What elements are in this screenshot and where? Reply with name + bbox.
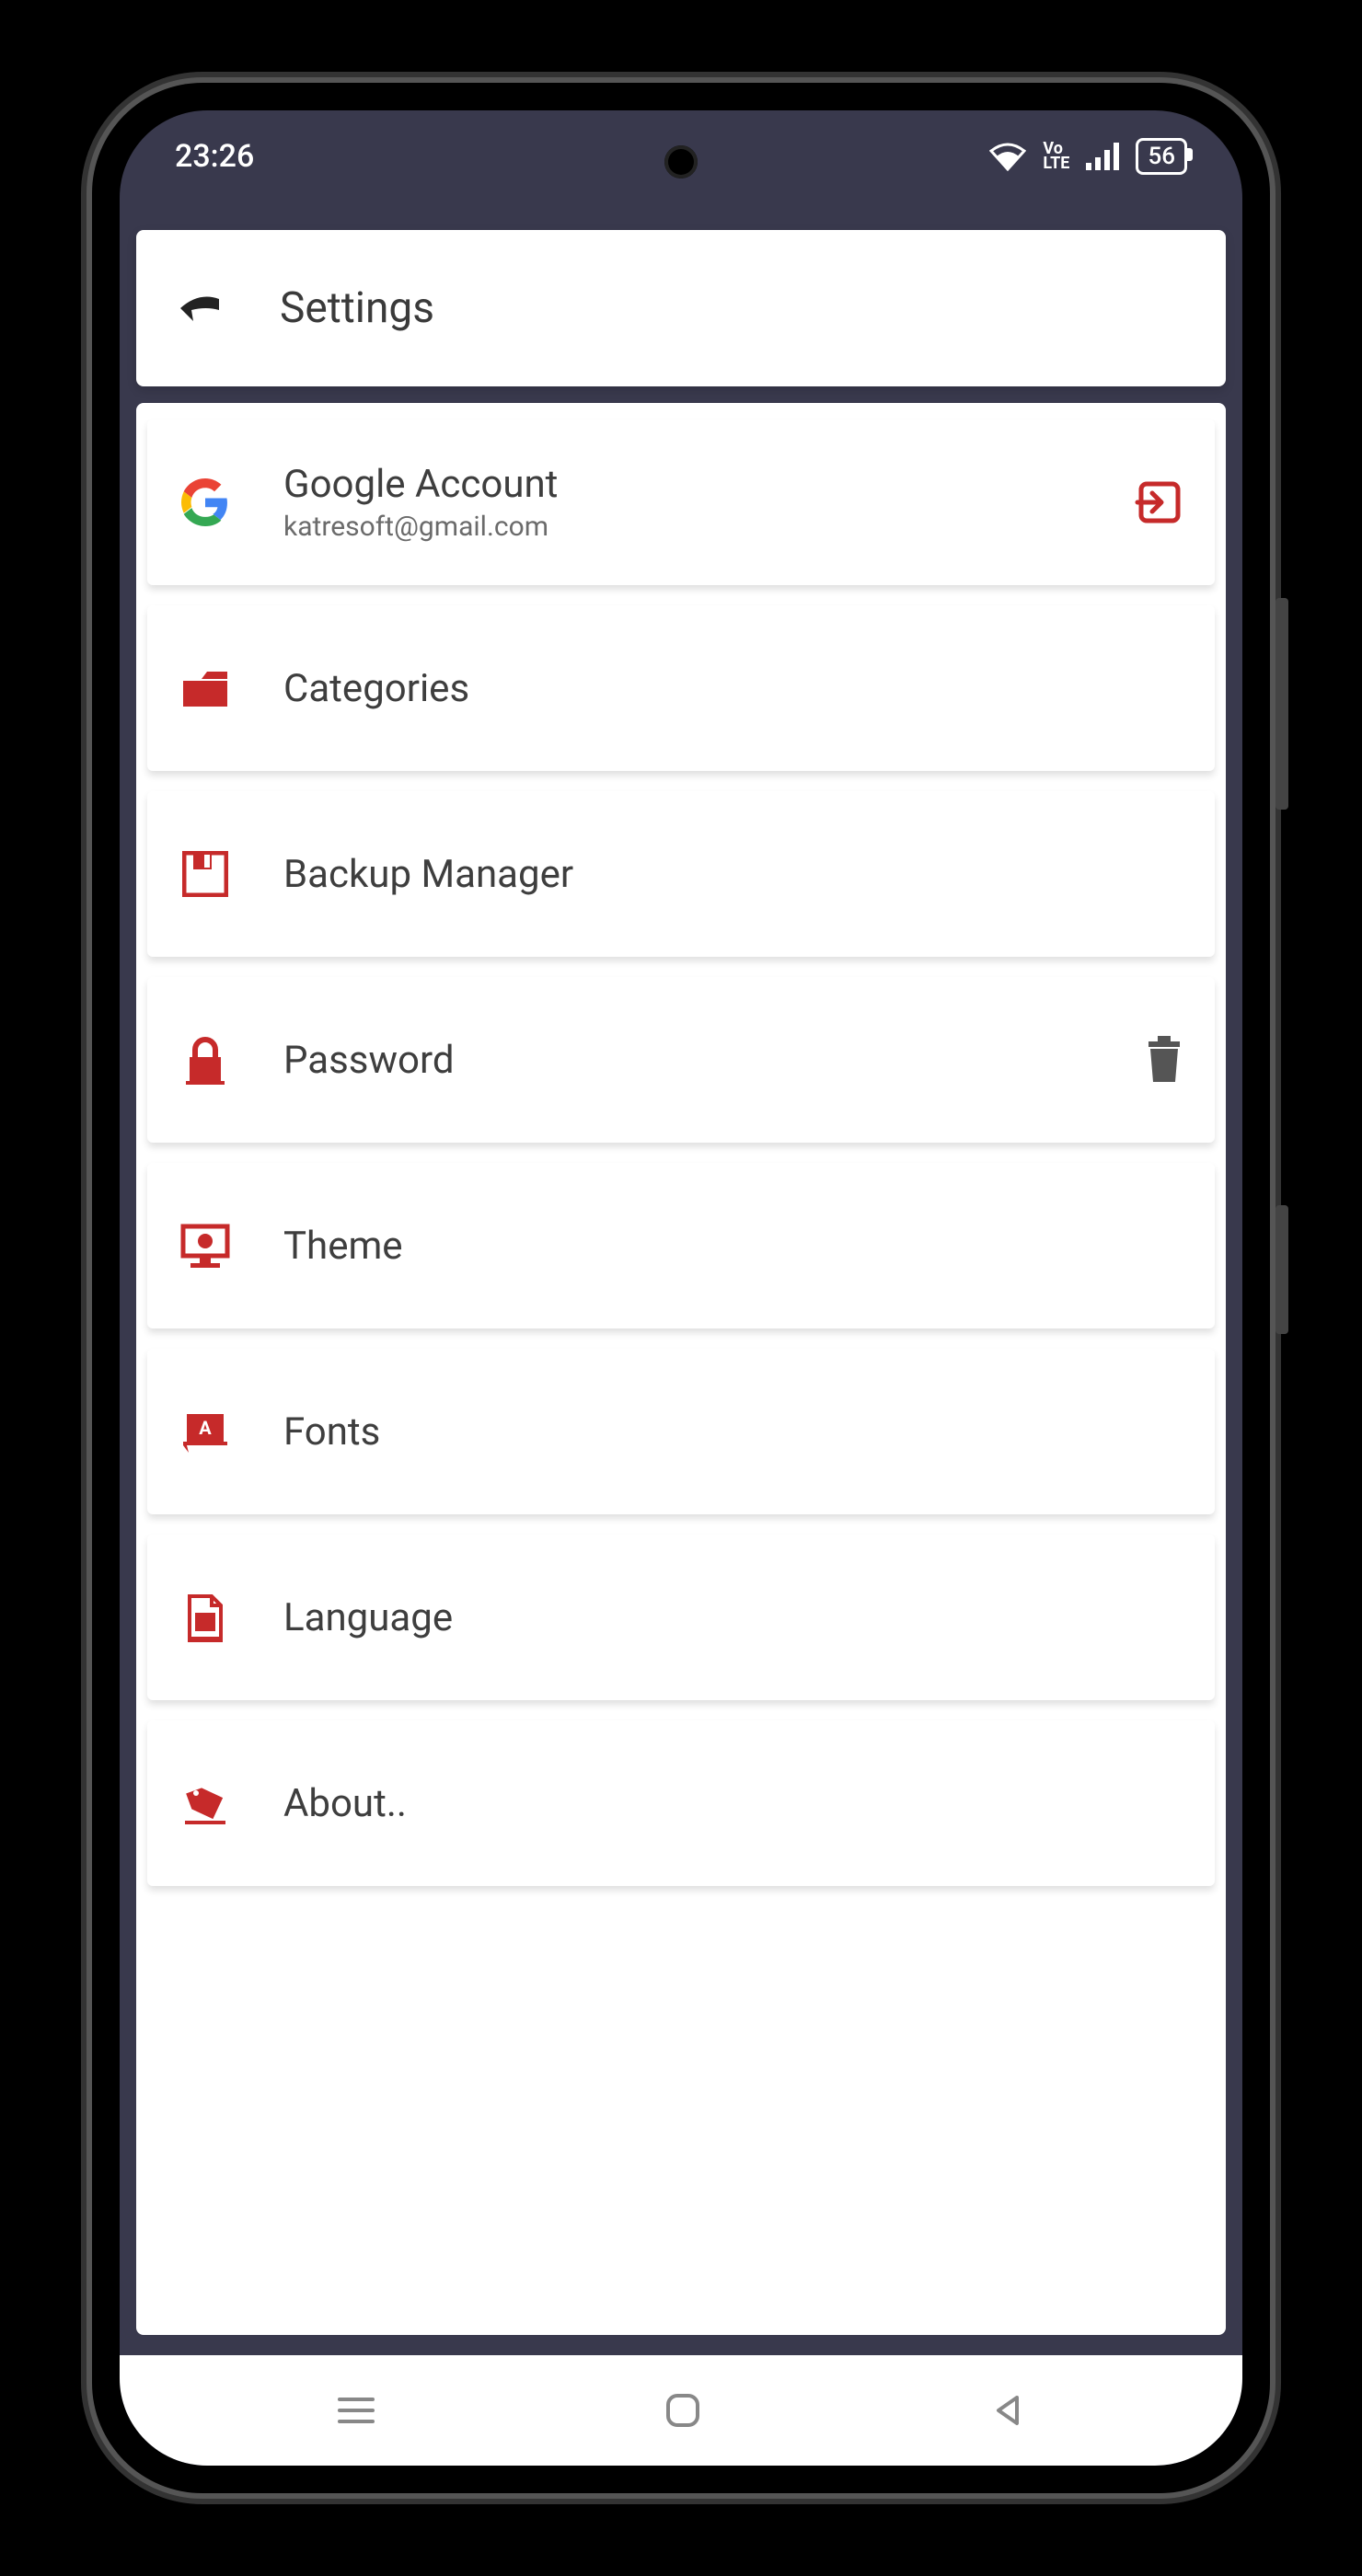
app-header: Settings [136, 230, 1226, 386]
about-title: About.. [283, 1781, 1185, 1826]
app-area: Settings Google Account [120, 202, 1242, 2355]
settings-list[interactable]: Google Account katresoft@gmail.com [136, 403, 1226, 2335]
google-icon [173, 478, 237, 526]
back-icon[interactable] [173, 282, 225, 334]
folder-icon [173, 666, 237, 710]
status-indicators: Vo LTE 56 [989, 138, 1187, 175]
backup-title: Backup Manager [283, 852, 1185, 897]
save-icon [173, 851, 237, 897]
phone-screen: 23:26 Vo LTE 56 [120, 110, 1242, 2466]
row-about[interactable]: About.. [147, 1720, 1215, 1886]
monitor-icon [173, 1223, 237, 1269]
signal-icon [1086, 143, 1119, 170]
language-title: Language [283, 1595, 1185, 1640]
recent-apps-button[interactable] [336, 2394, 376, 2427]
row-backup-manager[interactable]: Backup Manager [147, 791, 1215, 957]
svg-text:A: A [199, 1417, 212, 1439]
system-nav-bar [120, 2355, 1242, 2466]
delete-password-button[interactable] [1143, 1036, 1185, 1084]
battery-level: 56 [1148, 143, 1175, 170]
row-fonts[interactable]: A Fonts [147, 1349, 1215, 1514]
row-theme[interactable]: Theme [147, 1163, 1215, 1328]
status-time: 23:26 [175, 138, 254, 175]
account-subtitle: katresoft@gmail.com [283, 511, 1088, 543]
row-language[interactable]: Language [147, 1535, 1215, 1700]
volte-indicator: Vo LTE [1043, 142, 1069, 171]
password-title: Password [283, 1038, 1097, 1083]
document-icon [173, 1593, 237, 1642]
tag-icon [173, 1780, 237, 1826]
back-button[interactable] [989, 2392, 1026, 2429]
row-google-account[interactable]: Google Account katresoft@gmail.com [147, 420, 1215, 585]
home-button[interactable] [663, 2390, 703, 2431]
exit-icon [1134, 477, 1185, 528]
theme-title: Theme [283, 1224, 1185, 1269]
row-categories[interactable]: Categories [147, 605, 1215, 771]
volume-button[interactable] [1275, 598, 1288, 810]
categories-title: Categories [283, 666, 1185, 711]
trash-icon [1143, 1036, 1185, 1084]
account-title: Google Account [283, 462, 1088, 507]
front-camera [664, 145, 698, 178]
row-password[interactable]: Password [147, 977, 1215, 1143]
lock-icon [173, 1035, 237, 1085]
font-icon: A [173, 1409, 237, 1455]
page-title: Settings [280, 283, 434, 333]
power-button[interactable] [1275, 1205, 1288, 1334]
fonts-title: Fonts [283, 1409, 1185, 1455]
phone-frame: 23:26 Vo LTE 56 [92, 83, 1270, 2493]
sign-out-button[interactable] [1134, 477, 1185, 528]
wifi-icon [989, 142, 1026, 171]
battery-indicator: 56 [1136, 138, 1187, 175]
